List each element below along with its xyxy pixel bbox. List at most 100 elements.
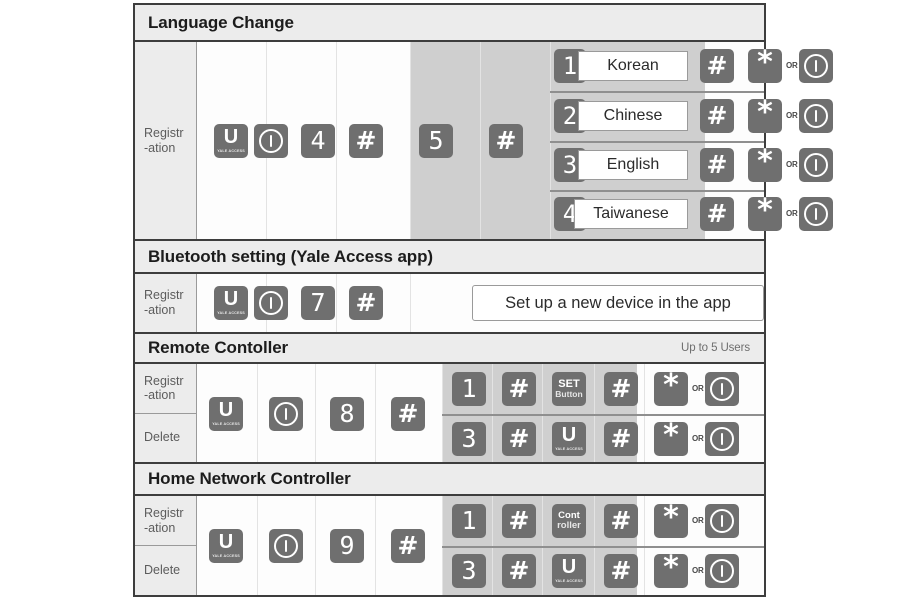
power-icon	[259, 291, 283, 315]
section-title: Remote Contoller	[148, 338, 289, 357]
key-yale-u[interactable]: U YALE ACCESS	[552, 554, 586, 588]
key-star[interactable]: *	[654, 422, 688, 456]
key-power[interactable]	[705, 372, 739, 406]
key-hash[interactable]: #	[391, 397, 425, 431]
row-label-column: Registr -ation	[135, 42, 197, 239]
row-label-column: Registr -ation Delete	[135, 364, 197, 462]
key-controller-button[interactable]: Cont roller	[552, 504, 586, 538]
key-power[interactable]	[269, 529, 303, 563]
key-hash[interactable]: #	[604, 554, 638, 588]
power-icon	[274, 534, 298, 558]
key-hash[interactable]: #	[349, 286, 383, 320]
key-power[interactable]	[705, 504, 739, 538]
key-yale-u-letter: U	[561, 556, 577, 578]
row-label-registration: Registr -ation	[135, 496, 196, 545]
key-hash[interactable]: #	[502, 372, 536, 406]
key-power[interactable]	[705, 554, 739, 588]
section-body-bluetooth: Registr -ation U YALE ACCESS 7 # Set up …	[135, 274, 764, 334]
or-label: OR	[786, 209, 798, 218]
key-yale-u[interactable]: U YALE ACCESS	[209, 529, 243, 563]
or-label: OR	[692, 384, 704, 393]
section-body-remote-controller: Registr -ation Delete U YALE ACCESS 8 # …	[135, 364, 764, 464]
row-label-line2: -ation	[144, 140, 176, 155]
power-icon	[710, 427, 734, 451]
key-digit-1[interactable]: 1	[452, 504, 486, 538]
row-label-line1: Registr	[144, 373, 184, 388]
key-yale-u-sublabel: YALE ACCESS	[217, 310, 245, 315]
key-hash[interactable]: #	[700, 99, 734, 133]
key-hash[interactable]: #	[700, 197, 734, 231]
key-yale-u-sublabel: YALE ACCESS	[212, 421, 240, 426]
section-header-remote-controller: Remote Contoller Up to 5 Users	[135, 334, 764, 364]
key-digit-3[interactable]: 3	[452, 422, 486, 456]
key-star[interactable]: *	[654, 504, 688, 538]
key-hash[interactable]: #	[349, 124, 383, 158]
key-power[interactable]	[269, 397, 303, 431]
key-power[interactable]	[799, 49, 833, 83]
row-label-line2: -ation	[144, 388, 176, 403]
row-label-line2: -ation	[144, 520, 176, 535]
key-star[interactable]: *	[654, 372, 688, 406]
key-star[interactable]: *	[748, 99, 782, 133]
key-yale-u-letter: U	[218, 531, 234, 553]
key-power[interactable]	[254, 286, 288, 320]
key-star[interactable]: *	[748, 148, 782, 182]
key-set-button-line2: Button	[555, 389, 583, 400]
row-label-registration: Registr -ation	[135, 274, 196, 332]
key-hash[interactable]: #	[502, 504, 536, 538]
key-digit-9[interactable]: 9	[330, 529, 364, 563]
key-yale-u[interactable]: U YALE ACCESS	[214, 286, 248, 320]
power-icon	[259, 129, 283, 153]
key-yale-u-letter: U	[218, 399, 234, 421]
language-option-chinese[interactable]: Chinese	[578, 101, 688, 131]
key-hash[interactable]: #	[391, 529, 425, 563]
key-yale-u-sublabel: YALE ACCESS	[555, 578, 583, 583]
key-hash[interactable]: #	[604, 504, 638, 538]
or-label: OR	[786, 111, 798, 120]
key-star[interactable]: *	[654, 554, 688, 588]
language-option-english[interactable]: English	[578, 150, 688, 180]
key-power[interactable]	[799, 99, 833, 133]
key-yale-u[interactable]: U YALE ACCESS	[209, 397, 243, 431]
key-digit-1[interactable]: 1	[452, 372, 486, 406]
key-yale-u-sublabel: YALE ACCESS	[212, 553, 240, 558]
key-digit-3[interactable]: 3	[452, 554, 486, 588]
key-power[interactable]	[254, 124, 288, 158]
key-digit-5[interactable]: 5	[419, 124, 453, 158]
row-label-line1: Registr	[144, 125, 184, 140]
power-icon	[710, 509, 734, 533]
key-hash[interactable]: #	[502, 554, 536, 588]
key-hash[interactable]: #	[700, 148, 734, 182]
key-hash[interactable]: #	[489, 124, 523, 158]
row-label-column: Registr -ation	[135, 274, 197, 332]
key-yale-u-sublabel: YALE ACCESS	[217, 148, 245, 153]
key-sequence-table: Language Change Registr -ation U YALE AC…	[133, 3, 833, 597]
key-yale-u[interactable]: U YALE ACCESS	[552, 422, 586, 456]
key-digit-8[interactable]: 8	[330, 397, 364, 431]
key-hash[interactable]: #	[604, 372, 638, 406]
row-label-line1: Registr	[144, 505, 184, 520]
section-header-language-change: Language Change	[135, 5, 764, 42]
key-yale-u[interactable]: U YALE ACCESS	[214, 124, 248, 158]
key-power[interactable]	[799, 197, 833, 231]
key-digit-4[interactable]: 4	[301, 124, 335, 158]
language-option-taiwanese[interactable]: Taiwanese	[574, 199, 688, 229]
key-star[interactable]: *	[748, 49, 782, 83]
key-power[interactable]	[705, 422, 739, 456]
key-power[interactable]	[799, 148, 833, 182]
or-label: OR	[692, 516, 704, 525]
row-label-line1: Registr	[144, 288, 184, 303]
key-hash[interactable]: #	[604, 422, 638, 456]
power-icon	[804, 104, 828, 128]
row-label-registration: Registr -ation	[135, 364, 196, 413]
or-label: OR	[786, 160, 798, 169]
key-set-button[interactable]: SET Button	[552, 372, 586, 406]
or-label: OR	[692, 434, 704, 443]
language-option-korean[interactable]: Korean	[578, 51, 688, 81]
row-label-column: Registr -ation Delete	[135, 496, 197, 595]
key-star[interactable]: *	[748, 197, 782, 231]
key-hash[interactable]: #	[502, 422, 536, 456]
key-digit-7[interactable]: 7	[301, 286, 335, 320]
key-yale-u-sublabel: YALE ACCESS	[555, 446, 583, 451]
key-hash[interactable]: #	[700, 49, 734, 83]
